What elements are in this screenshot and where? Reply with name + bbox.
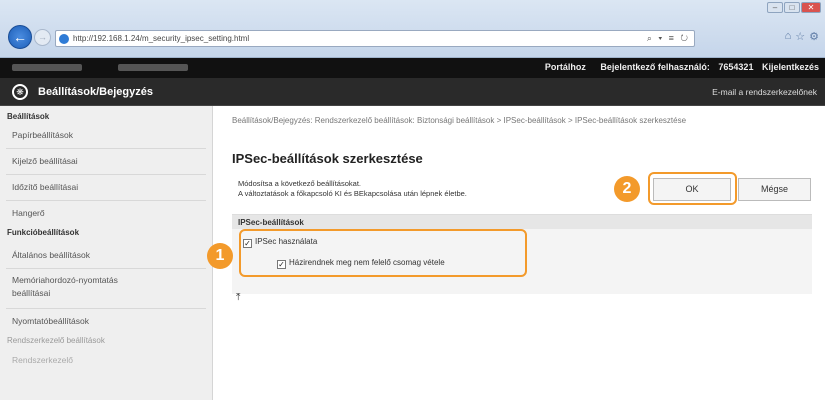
cancel-button[interactable]: Mégse — [738, 178, 811, 201]
description-line-1: Módosítsa a következő beállításokat. — [238, 179, 361, 188]
minimize-button[interactable]: – — [767, 2, 783, 13]
top-links: Portálhoz Bejelentkező felhasználó: 7654… — [533, 62, 819, 72]
sidebar-item-timer[interactable]: Időzítő beállításai — [6, 175, 206, 201]
sidebar-item-volume[interactable]: Hangerő — [6, 201, 206, 226]
address-tools[interactable]: ⌕ ▾ ≡ ↻ — [647, 33, 690, 44]
description-line-2: A változtatások a főkapcsoló KI és BEkap… — [238, 189, 467, 198]
sidebar-section-settings: Beállítások — [7, 112, 50, 121]
sidebar-section-admin: Rendszerkezelő beállítások — [7, 336, 105, 345]
sidebar-item-paper[interactable]: Papírbeállítások — [6, 123, 206, 149]
sidebar: Beállítások Papírbeállítások Kijelző beá… — [0, 106, 213, 400]
sidebar-item-printer[interactable]: Nyomtatóbeállítások — [6, 309, 206, 334]
logo-blur — [12, 64, 82, 71]
sidebar-item-general[interactable]: Általános beállítások — [6, 243, 206, 269]
settings-icon: ❋ — [12, 84, 28, 100]
callout-badge-2: 2 — [614, 176, 640, 202]
address-bar[interactable]: http://192.168.1.24/m_security_ipsec_set… — [55, 30, 695, 47]
sidebar-item-display[interactable]: Kijelző beállításai — [6, 149, 206, 175]
sidebar-section-functions: Funkcióbeállítások — [7, 228, 80, 237]
breadcrumb: Beállítások/Bejegyzés: Rendszerkezelő be… — [232, 116, 687, 125]
highlight-checkboxes — [239, 229, 527, 277]
callout-badge-1: 1 — [207, 243, 233, 269]
highlight-ok-button — [648, 172, 737, 205]
section-title: IPSec-beállítások — [232, 215, 812, 229]
title-bar: ❋ Beállítások/Bejegyzés E-mail a rendsze… — [0, 78, 825, 106]
page-top-anchor-icon[interactable]: ⤒ — [236, 292, 240, 303]
device-name-blur — [118, 64, 188, 71]
url-text[interactable]: http://192.168.1.24/m_security_ipsec_set… — [73, 34, 249, 43]
user-id: 7654321 — [718, 62, 754, 72]
logout-link[interactable]: Kijelentkezés — [762, 62, 819, 72]
user-label: Bejelentkező felhasználó: — [600, 62, 710, 72]
settings-gear-icon[interactable]: ⚙ — [809, 30, 819, 43]
browser-chrome: – □ ✕ ← → http://192.168.1.24/m_security… — [0, 0, 825, 58]
header-title: Beállítások/Bejegyzés — [38, 86, 153, 98]
page-title: IPSec-beállítások szerkesztése — [232, 151, 423, 166]
home-icon[interactable]: ⌂ — [785, 30, 792, 43]
forward-arrow-icon[interactable]: → — [34, 29, 51, 46]
email-admin-link[interactable]: E-mail a rendszerkezelőnek — [712, 87, 817, 97]
browser-right-icons: ⌂ ☆ ⚙ — [785, 30, 819, 43]
sidebar-item-admin[interactable]: Rendszerkezelő — [6, 351, 206, 373]
favorites-star-icon[interactable]: ☆ — [795, 30, 805, 43]
window-controls: – □ ✕ — [767, 2, 821, 13]
portal-link[interactable]: Portálhoz — [545, 62, 586, 72]
favicon-icon — [59, 34, 69, 44]
sidebar-item-media-print[interactable]: Memóriahordozó-nyomtatás beállításai — [6, 269, 136, 308]
top-bar: Portálhoz Bejelentkező felhasználó: 7654… — [0, 58, 825, 78]
maximize-button[interactable]: □ — [784, 2, 800, 13]
description: Módosítsa a következő beállításokat. A v… — [238, 179, 467, 199]
back-arrow-icon[interactable]: ← — [8, 25, 32, 49]
close-window-button[interactable]: ✕ — [801, 2, 821, 13]
